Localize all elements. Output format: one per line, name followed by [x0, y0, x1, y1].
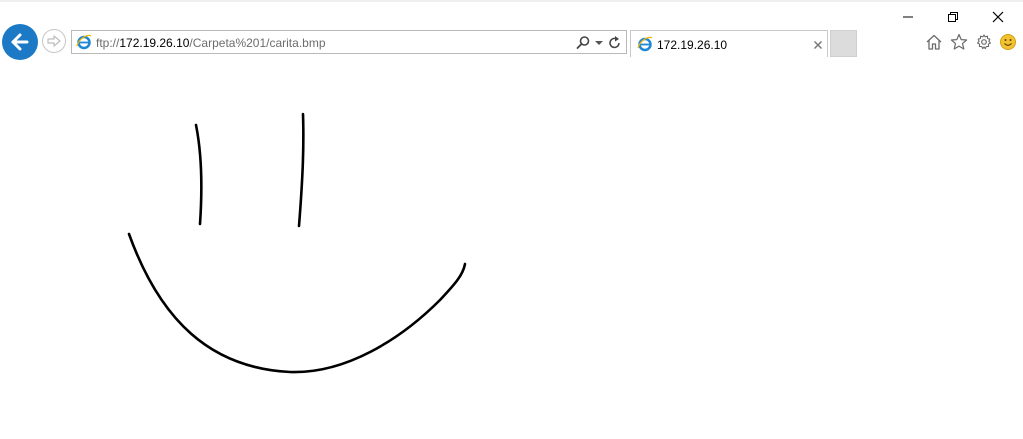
back-button[interactable] [2, 24, 38, 60]
search-icon[interactable] [575, 35, 591, 56]
close-tab-button[interactable] [812, 38, 824, 56]
left-eye-stroke [194, 123, 203, 226]
chevron-down-icon[interactable] [594, 35, 604, 56]
home-icon [926, 34, 942, 50]
forward-arrow-icon [47, 35, 61, 47]
right-eye-stroke [297, 112, 305, 228]
star-icon [950, 33, 968, 50]
address-bar[interactable]: ftp://172.19.26.10/Carpeta%201/carita.bm… [71, 30, 627, 54]
ie-logo-icon [637, 36, 653, 57]
feedback-button[interactable] [998, 32, 1018, 52]
close-window-button[interactable] [975, 5, 1021, 29]
smiley-icon [1000, 34, 1016, 50]
forward-button[interactable] [42, 29, 66, 53]
restore-button[interactable] [930, 5, 976, 29]
image-viewport [0, 60, 1023, 439]
home-button[interactable] [924, 32, 944, 52]
url-path: /Carpeta%201/carita.bmp [189, 36, 326, 50]
gear-icon [977, 34, 991, 50]
smiley-drawing [127, 112, 467, 374]
restore-icon [948, 12, 958, 22]
tab-title: 172.19.26.10 [657, 38, 728, 52]
mouth-stroke [127, 232, 467, 374]
refresh-icon[interactable] [608, 35, 622, 56]
url-scheme: ftp:// [96, 36, 120, 50]
url-host: 172.19.26.10 [119, 36, 190, 50]
back-arrow-icon [11, 33, 29, 51]
ie-logo-icon [76, 34, 92, 55]
new-tab-button[interactable] [830, 30, 857, 57]
title-bar [0, 0, 1023, 2]
tab-active[interactable]: 172.19.26.10 [630, 30, 828, 57]
close-icon [814, 41, 822, 49]
url-text[interactable]: ftp://172.19.26.10/Carpeta%201/carita.bm… [96, 36, 326, 50]
close-icon [992, 11, 1004, 23]
settings-button[interactable] [974, 32, 994, 52]
favorites-button[interactable] [949, 32, 969, 52]
minimize-icon [903, 16, 913, 18]
minimize-button[interactable] [885, 5, 931, 29]
